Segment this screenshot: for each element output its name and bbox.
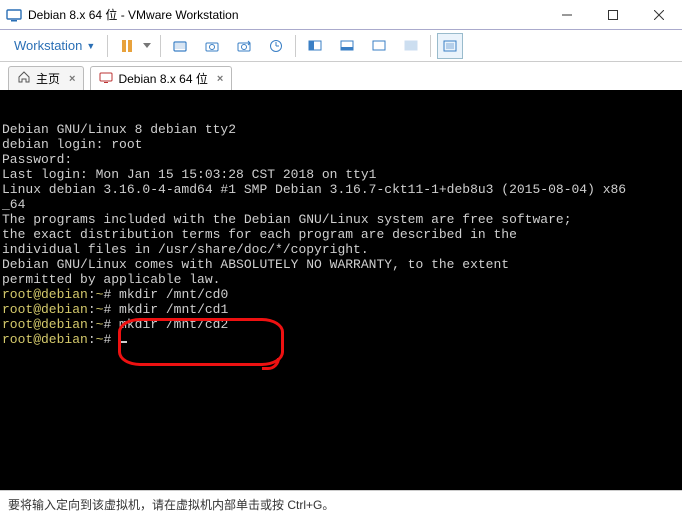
send-ctrl-alt-del-button[interactable] bbox=[167, 33, 193, 59]
terminal-cmd-line: root@debian:~# mkdir /mnt/cd2 bbox=[2, 317, 680, 332]
terminal-cmd-line: root@debian:~# mkdir /mnt/cd0 bbox=[2, 287, 680, 302]
fullscreen-button[interactable] bbox=[398, 33, 424, 59]
separator bbox=[107, 35, 108, 57]
terminal-line: Last login: Mon Jan 15 15:03:28 CST 2018… bbox=[2, 167, 680, 182]
terminal-line: debian login: root bbox=[2, 137, 680, 152]
window-title: Debian 8.x 64 位 - VMware Workstation bbox=[28, 6, 239, 23]
terminal-line: Debian GNU/Linux 8 debian tty2 bbox=[2, 122, 680, 137]
window-minimize-button[interactable] bbox=[544, 0, 590, 29]
tab-vm-close-icon[interactable]: × bbox=[217, 73, 223, 85]
annotation-tail bbox=[262, 358, 280, 370]
vm-console[interactable]: Debian GNU/Linux 8 debian tty2debian log… bbox=[0, 90, 682, 490]
thumbnail-view-button[interactable] bbox=[334, 33, 360, 59]
toolbar: Workstation ▼ bbox=[0, 30, 682, 62]
vm-tabbar: 主页 × Debian 8.x 64 位 × bbox=[0, 62, 682, 90]
snapshot-button[interactable] bbox=[199, 33, 225, 59]
terminal-line: Debian GNU/Linux comes with ABSOLUTELY N… bbox=[2, 257, 680, 272]
tab-home-label: 主页 bbox=[36, 70, 60, 87]
unity-button[interactable] bbox=[437, 33, 463, 59]
tab-vm[interactable]: Debian 8.x 64 位 × bbox=[90, 66, 232, 90]
separator bbox=[430, 35, 431, 57]
window-titlebar: Debian 8.x 64 位 - VMware Workstation bbox=[0, 0, 682, 30]
workstation-menu[interactable]: Workstation ▼ bbox=[8, 34, 101, 57]
statusbar-text: 要将输入定向到该虚拟机，请在虚拟机内部单击或按 Ctrl+G。 bbox=[8, 496, 334, 513]
terminal-cmd-line: root@debian:~# mkdir /mnt/cd1 bbox=[2, 302, 680, 317]
chevron-down-icon: ▼ bbox=[86, 41, 95, 51]
terminal-line: the exact distribution terms for each pr… bbox=[2, 227, 680, 242]
vm-icon bbox=[99, 70, 113, 87]
app-icon bbox=[6, 7, 22, 23]
stretch-guest-button[interactable] bbox=[366, 33, 392, 59]
terminal-line: _64 bbox=[2, 197, 680, 212]
window-close-button[interactable] bbox=[636, 0, 682, 29]
window-maximize-button[interactable] bbox=[590, 0, 636, 29]
terminal-cmd-line: root@debian:~# bbox=[2, 332, 680, 347]
snapshot-manager-button[interactable] bbox=[263, 33, 289, 59]
terminal-line: permitted by applicable law. bbox=[2, 272, 680, 287]
terminal-line: Linux debian 3.16.0-4-amd64 #1 SMP Debia… bbox=[2, 182, 680, 197]
tab-home-close-icon[interactable]: × bbox=[69, 73, 75, 85]
show-console-button[interactable] bbox=[302, 33, 328, 59]
window-controls bbox=[544, 0, 682, 29]
terminal-line: The programs included with the Debian GN… bbox=[2, 212, 680, 227]
terminal-cursor bbox=[119, 341, 127, 343]
tab-home[interactable]: 主页 × bbox=[8, 66, 84, 90]
terminal-line: Password: bbox=[2, 152, 680, 167]
separator bbox=[160, 35, 161, 57]
statusbar: 要将输入定向到该虚拟机，请在虚拟机内部单击或按 Ctrl+G。 bbox=[0, 490, 682, 518]
separator bbox=[295, 35, 296, 57]
workstation-menu-label: Workstation bbox=[14, 38, 82, 53]
pause-button[interactable] bbox=[114, 33, 140, 59]
pause-dropdown[interactable] bbox=[140, 33, 154, 59]
revert-snapshot-button[interactable] bbox=[231, 33, 257, 59]
tab-vm-label: Debian 8.x 64 位 bbox=[118, 70, 207, 87]
terminal-line: individual files in /usr/share/doc/*/cop… bbox=[2, 242, 680, 257]
home-icon bbox=[17, 70, 31, 87]
